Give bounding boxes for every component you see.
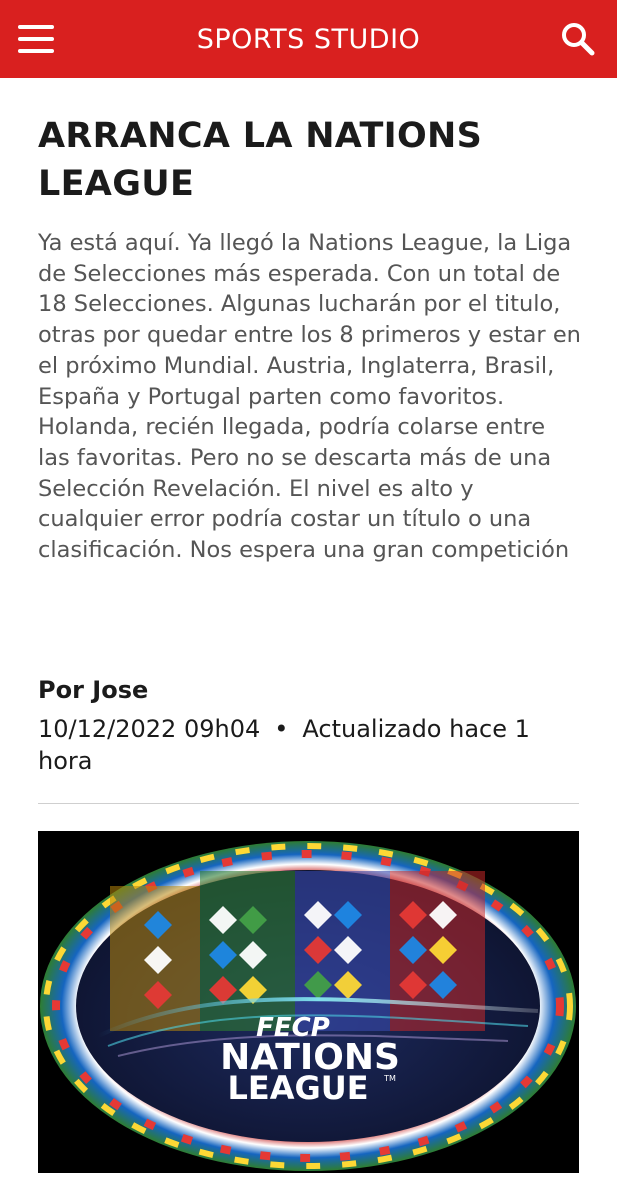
logo-line-3: LEAGUE bbox=[227, 1069, 368, 1107]
article-title: ARRANCA LA NATIONS LEAGUE bbox=[38, 116, 483, 204]
top-app-bar: SPORTS STUDIO bbox=[0, 0, 617, 78]
meta-separator: • bbox=[274, 715, 289, 743]
hero-image[interactable]: FECP NATIONS LEAGUE TM bbox=[38, 831, 579, 1173]
article-meta: 10/12/2022 09h04 • Actualizado hace 1 hora bbox=[38, 713, 583, 777]
article-body: Ya está aquí. Ya llegó la Nations League… bbox=[38, 230, 581, 564]
publish-date: 10/12/2022 09h04 bbox=[38, 715, 261, 743]
article-author: Por Jose bbox=[38, 676, 149, 704]
divider bbox=[38, 803, 579, 804]
hamburger-menu-icon[interactable] bbox=[14, 20, 60, 58]
logo-trademark: TM bbox=[383, 1074, 396, 1083]
site-brand[interactable]: SPORTS STUDIO bbox=[197, 24, 421, 55]
search-icon[interactable] bbox=[557, 18, 599, 60]
